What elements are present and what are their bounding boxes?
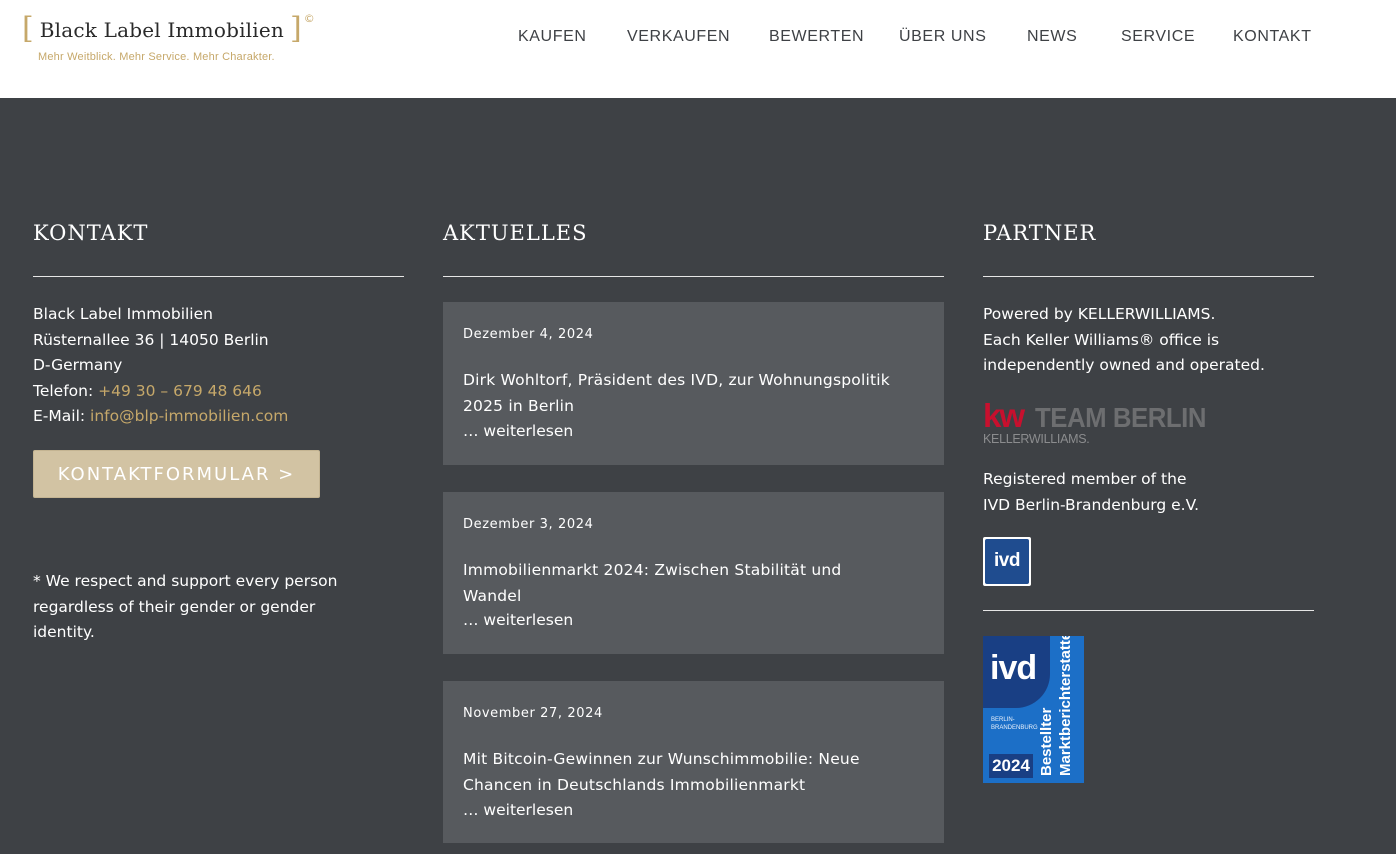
ivd-badge-logo-text: ivd (990, 649, 1037, 687)
company-country: D-Germany (33, 356, 123, 374)
ivd-logo[interactable]: ivd (983, 537, 1031, 586)
registered-line-2: IVD Berlin-Brandenburg e.V. (983, 496, 1200, 514)
kw-team-berlin-logo[interactable]: kw TEAM BERLIN KELLERWILLIAMS. (983, 397, 1206, 448)
news-title[interactable]: Dirk Wohltorf, Präsident des IVD, zur Wo… (463, 368, 913, 419)
nav-item-verkaufen[interactable]: VERKAUFEN (627, 28, 730, 48)
aktuelles-heading: AKTUELLES (443, 221, 588, 245)
kontakt-divider (33, 276, 404, 277)
gender-note-line-1: * We respect and support every person (33, 572, 338, 590)
news-title[interactable]: Mit Bitcoin-Gewinnen zur Wunschimmobilie… (463, 747, 883, 798)
ivd-badge-year: 2024 (989, 754, 1033, 778)
email-line: E-Mail: info@blp-immobilien.com (33, 404, 288, 430)
phone-link[interactable]: +49 30 – 679 48 646 (98, 382, 262, 400)
phone-line: Telefon: +49 30 – 679 48 646 (33, 379, 262, 405)
powered-by-line-2: Each Keller Williams® office is (983, 331, 1220, 349)
nav-item-kaufen[interactable]: KAUFEN (518, 28, 587, 48)
phone-label: Telefon: (33, 382, 99, 400)
kw-logo-team-text: TEAM BERLIN (1035, 402, 1206, 433)
partner-divider-2 (983, 610, 1314, 611)
logo-copyright: © (303, 12, 315, 25)
ivd-badge-region: BERLIN- BRANDENBURG (991, 717, 1038, 731)
news-card[interactable]: November 27, 2024 Mit Bitcoin-Gewinnen z… (443, 681, 944, 843)
company-address: Rüsternallee 36 | 14050 Berlin (33, 331, 269, 349)
news-date: Dezember 3, 2024 (463, 517, 594, 532)
powered-by-line-1: Powered by KELLERWILLIAMS. (983, 305, 1216, 323)
logo-tagline: Mehr Weitblick. Mehr Service. Mehr Chara… (38, 51, 275, 63)
nav-item-service[interactable]: SERVICE (1121, 28, 1195, 48)
ivd-logo-text: ivd (985, 539, 1029, 584)
kw-logo-mark: kw (983, 397, 1025, 434)
nav-item-kontakt[interactable]: KONTAKT (1233, 28, 1312, 48)
logo-bracket-right: ] (290, 11, 302, 46)
kontaktformular-button[interactable]: KONTAKTFORMULAR > (33, 450, 320, 498)
partner-heading: PARTNER (983, 221, 1097, 245)
logo-bracket-left: [ (22, 11, 34, 46)
news-date: Dezember 4, 2024 (463, 327, 594, 342)
nav-item-ueber-uns[interactable]: ÜBER UNS (899, 28, 986, 48)
email-link[interactable]: info@blp-immobilien.com (90, 407, 288, 425)
site-logo[interactable]: [ Black Label Immobilien ] © Mehr Weitbl… (22, 11, 315, 63)
ivd-badge-vertical-text: Bestellter Marktberichterstatter (1038, 636, 1074, 776)
aktuelles-divider (443, 276, 944, 277)
read-more-link[interactable]: … weiterlesen (463, 798, 573, 824)
news-title[interactable]: Immobilienmarkt 2024: Zwischen Stabilitä… (463, 558, 863, 609)
news-card[interactable]: Dezember 4, 2024 Dirk Wohltorf, Präsiden… (443, 302, 944, 465)
site-header: [ Black Label Immobilien ] © Mehr Weitbl… (0, 0, 1396, 98)
nav-item-news[interactable]: NEWS (1027, 28, 1077, 48)
nav-item-bewerten[interactable]: BEWERTEN (769, 28, 864, 48)
logo-name: Black Label Immobilien (39, 18, 284, 42)
email-label: E-Mail: (33, 407, 91, 425)
partner-divider (983, 276, 1314, 277)
powered-by-line-3: independently owned and operated. (983, 356, 1265, 374)
news-card[interactable]: Dezember 3, 2024 Immobilienmarkt 2024: Z… (443, 492, 944, 654)
news-date: November 27, 2024 (463, 706, 603, 721)
company-name: Black Label Immobilien (33, 305, 213, 323)
registered-line-1: Registered member of the (983, 470, 1187, 488)
gender-note-line-2: regardless of their gender or gender (33, 598, 316, 616)
gender-note-line-3: identity. (33, 623, 95, 641)
read-more-link[interactable]: … weiterlesen (463, 608, 573, 634)
kw-logo-subtext: KELLERWILLIAMS. (983, 432, 1090, 446)
ivd-marktberichterstatter-badge[interactable]: ivd BERLIN- BRANDENBURG 2024 Bestellter … (983, 636, 1084, 783)
kontakt-heading: KONTAKT (33, 221, 149, 245)
read-more-link[interactable]: … weiterlesen (463, 419, 573, 445)
